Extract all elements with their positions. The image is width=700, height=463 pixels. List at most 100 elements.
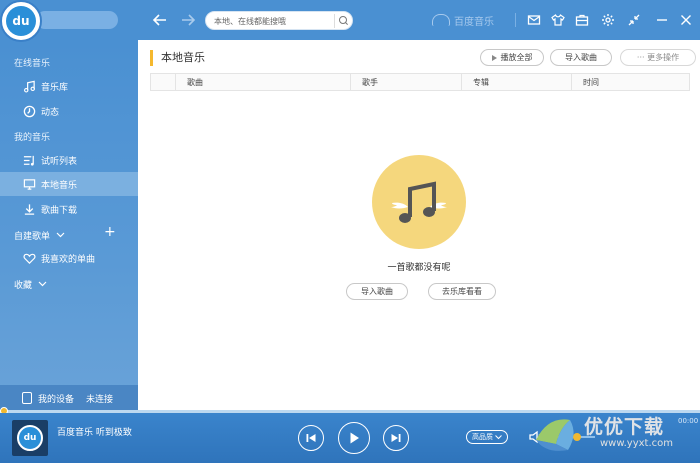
- quality-label: 高品质: [472, 433, 493, 441]
- group-label: 收藏: [14, 281, 33, 291]
- settings-button[interactable]: [600, 12, 616, 28]
- play-all-button[interactable]: 播放全部: [480, 49, 544, 66]
- add-playlist-button[interactable]: +: [104, 224, 116, 240]
- now-playing-title: 百度音乐 听到极致: [57, 428, 132, 438]
- music-note-icon: [22, 79, 36, 93]
- close-button[interactable]: [678, 12, 694, 28]
- my-device-bar[interactable]: 我的设备 未连接: [0, 385, 138, 411]
- title-bar: 百度音乐: [0, 0, 700, 40]
- next-icon: [391, 434, 401, 442]
- column-divider: [461, 74, 462, 90]
- column-artist[interactable]: 歌手: [362, 77, 378, 88]
- sidebar-item-label: 歌曲下载: [41, 205, 78, 216]
- play-button[interactable]: [338, 422, 370, 454]
- sidebar: 在线音乐 音乐库 动态 我的音乐 试听列表 本地音乐 歌曲下载 自建歌单 + 我…: [0, 40, 138, 411]
- chevron-down-icon: [495, 434, 502, 439]
- download-icon: [22, 202, 36, 216]
- gear-icon: [602, 14, 614, 26]
- sidebar-item-label: 我喜欢的单曲: [41, 254, 96, 265]
- back-button[interactable]: [150, 10, 170, 30]
- chevron-down-icon: [38, 280, 47, 289]
- chevron-down-icon: [56, 231, 65, 240]
- device-label: 我的设备: [38, 394, 75, 405]
- close-icon: [681, 15, 691, 25]
- headphones-icon: [432, 14, 450, 26]
- sidebar-group-custom-lists[interactable]: 自建歌单: [14, 229, 65, 242]
- column-album[interactable]: 专辑: [473, 77, 489, 88]
- empty-state-message: 一首歌都没有呢: [387, 263, 451, 273]
- sidebar-item-music-library[interactable]: 音乐库: [0, 74, 138, 98]
- title-divider: [515, 13, 516, 27]
- collapse-icon: [628, 14, 640, 26]
- sidebar-group-collection[interactable]: 收藏: [14, 278, 47, 291]
- mail-icon: [527, 15, 541, 25]
- volume-icon[interactable]: [528, 429, 544, 445]
- quality-selector[interactable]: 高品质: [466, 430, 508, 444]
- volume-slider[interactable]: [550, 433, 595, 441]
- button-label: 导入歌曲: [361, 287, 393, 296]
- arrow-left-icon: [152, 14, 166, 26]
- activity-icon: [22, 104, 36, 118]
- sidebar-item-playlist[interactable]: 试听列表: [0, 148, 138, 172]
- volume-handle[interactable]: [573, 433, 581, 441]
- winged-music-note-icon: [391, 181, 447, 223]
- sidebar-item-label: 音乐库: [41, 82, 69, 93]
- group-label: 自建歌单: [14, 232, 51, 242]
- playlist-icon: [22, 153, 36, 167]
- device-status: 未连接: [86, 394, 114, 405]
- button-label: ··· 更多操作: [636, 53, 680, 62]
- forward-button[interactable]: [178, 10, 198, 30]
- sidebar-item-downloads[interactable]: 歌曲下载: [0, 197, 138, 221]
- import-songs-button[interactable]: 导入歌曲: [550, 49, 612, 66]
- sidebar-item-activity[interactable]: 动态: [0, 99, 138, 123]
- column-time[interactable]: 时间: [583, 77, 599, 88]
- sidebar-item-label: 动态: [41, 107, 60, 118]
- search-box: [205, 11, 353, 30]
- previous-button[interactable]: [298, 425, 324, 451]
- page-title: 本地音乐: [150, 50, 205, 66]
- column-song[interactable]: 歌曲: [187, 77, 203, 88]
- search-icon[interactable]: [334, 14, 348, 28]
- mail-button[interactable]: [526, 12, 542, 28]
- sidebar-item-local-music[interactable]: 本地音乐: [0, 172, 138, 196]
- heart-icon: [22, 251, 36, 265]
- minimize-icon: [657, 19, 667, 21]
- song-table-header: 歌曲 歌手 专辑 时间: [150, 73, 690, 91]
- more-actions-button[interactable]: ··· 更多操作: [620, 49, 696, 66]
- briefcase-icon: [575, 14, 589, 26]
- previous-icon: [306, 434, 316, 442]
- search-input[interactable]: [214, 14, 332, 28]
- toolbox-button[interactable]: [574, 12, 590, 28]
- user-account-pill[interactable]: [36, 11, 118, 29]
- minimize-button[interactable]: [654, 12, 670, 28]
- mini-mode-button[interactable]: [626, 12, 642, 28]
- button-label: 去乐库看看: [442, 287, 482, 296]
- brand-text: 百度音乐: [454, 16, 494, 28]
- monitor-icon: [22, 177, 36, 191]
- browse-library-button[interactable]: 去乐库看看: [428, 283, 496, 300]
- button-label: 导入歌曲: [565, 53, 597, 62]
- main-panel: 本地音乐 播放全部 导入歌曲 ··· 更多操作 歌曲 歌手 专辑 时间 一首歌都…: [138, 40, 700, 411]
- app-window: 百度音乐 du 在线音乐: [0, 0, 700, 463]
- empty-import-songs-button[interactable]: 导入歌曲: [346, 283, 408, 300]
- column-divider: [571, 74, 572, 90]
- cover-logo-text: du: [17, 425, 43, 451]
- sidebar-item-label: 试听列表: [41, 156, 78, 167]
- sidebar-item-favorites[interactable]: 我喜欢的单曲: [0, 246, 138, 270]
- phone-icon: [22, 392, 32, 404]
- column-divider: [175, 74, 176, 90]
- play-icon: [491, 54, 497, 61]
- next-button[interactable]: [383, 425, 409, 451]
- play-icon: [350, 432, 359, 444]
- sidebar-item-label: 本地音乐: [41, 180, 78, 191]
- empty-state-illustration: [372, 155, 466, 249]
- arrow-right-icon: [182, 14, 196, 26]
- column-divider: [350, 74, 351, 90]
- tshirt-icon: [551, 14, 565, 26]
- section-my-music: 我的音乐: [14, 133, 51, 143]
- album-cover[interactable]: du: [12, 420, 48, 456]
- section-online-music: 在线音乐: [14, 59, 51, 69]
- skin-button[interactable]: [550, 12, 566, 28]
- app-logo[interactable]: du: [0, 0, 42, 42]
- button-label: 播放全部: [500, 53, 533, 62]
